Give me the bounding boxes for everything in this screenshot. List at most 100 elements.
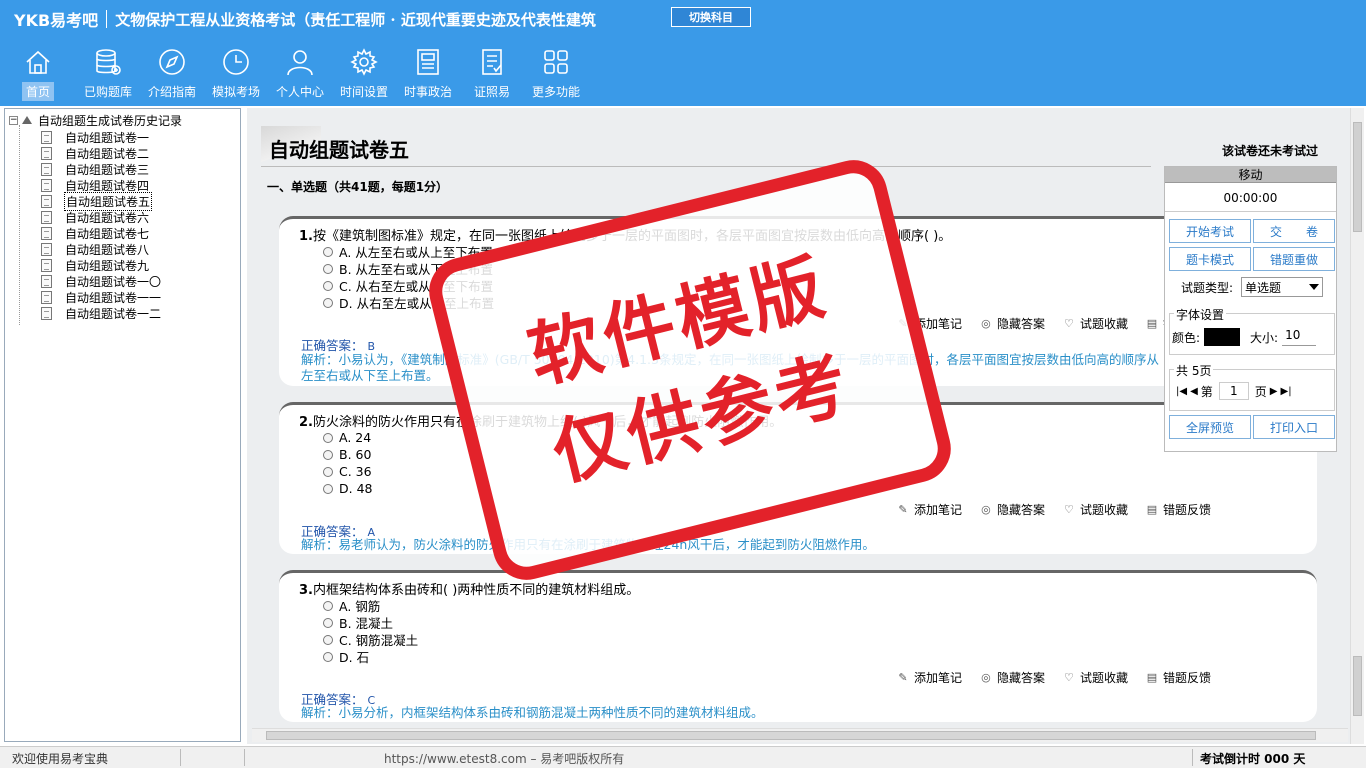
option[interactable]: A. 24 <box>323 429 372 446</box>
nav-guide[interactable]: 介绍指南 <box>140 46 204 104</box>
option[interactable]: B. 从左至右或从下至上布置 <box>323 260 494 277</box>
scroll-thumb[interactable] <box>1353 656 1362 716</box>
database-icon <box>92 46 124 78</box>
option[interactable]: B. 60 <box>323 446 372 463</box>
option-label: A. 24 <box>339 430 372 445</box>
radio-icon[interactable] <box>323 483 333 494</box>
question-tools: ✎ 添加笔记 ◎ 隐藏答案 ♡ 试题收藏 ▤ 错题反馈 <box>897 501 1211 518</box>
add-note-button[interactable]: ✎ 添加笔记 <box>897 315 962 332</box>
vertical-scrollbar[interactable] <box>1350 108 1364 744</box>
tree-item[interactable]: 自动组题试卷一一 <box>41 289 162 305</box>
nav-time-settings[interactable]: 时间设置 <box>332 46 396 104</box>
prev-page-icon[interactable]: ◀ <box>1190 386 1198 397</box>
font-size-input[interactable]: 10 <box>1282 328 1317 346</box>
nav-more[interactable]: 更多功能 <box>524 46 588 104</box>
document-icon <box>41 146 52 160</box>
fullscreen-preview-button[interactable]: 全屏预览 <box>1169 415 1251 439</box>
option[interactable]: C. 钢筋混凝土 <box>323 631 418 648</box>
tree-root[interactable]: − 自动组题生成试卷历史记录 <box>9 112 182 128</box>
nav-purchased[interactable]: 已购题库 <box>76 46 140 104</box>
hide-answer-button[interactable]: ◎ 隐藏答案 <box>980 501 1045 518</box>
radio-icon[interactable] <box>323 246 333 257</box>
exam-countdown: 考试倒计时 000 天 <box>1200 752 1306 766</box>
color-picker[interactable] <box>1204 328 1241 346</box>
submit-button[interactable]: 交 卷 <box>1253 219 1335 243</box>
option[interactable]: D. 48 <box>323 480 372 497</box>
scroll-thumb[interactable] <box>1353 122 1362 232</box>
analysis-text: 解析：小易分析，内框架结构体系由砖和钢筋混凝土两种性质不同的建筑材料组成。 <box>301 705 764 720</box>
nav-home[interactable]: 首页 <box>0 46 76 104</box>
radio-icon[interactable] <box>323 651 333 662</box>
option[interactable]: C. 36 <box>323 463 372 480</box>
page-navigator: 共 5页 |◀ ◀ 第 1 页 ▶ ▶| <box>1169 362 1335 411</box>
first-page-icon[interactable]: |◀ <box>1176 386 1187 397</box>
nav-certificate[interactable]: 证照易 <box>460 46 524 104</box>
print-button[interactable]: 打印入口 <box>1253 415 1335 439</box>
hide-answer-button[interactable]: ◎ 隐藏答案 <box>980 315 1045 332</box>
add-note-button[interactable]: ✎ 添加笔记 <box>897 501 962 518</box>
nav-label: 个人中心 <box>275 85 324 99</box>
switch-subject-button[interactable]: 切换科目 <box>671 7 751 27</box>
radio-icon[interactable] <box>323 617 333 628</box>
radio-icon[interactable] <box>323 634 333 645</box>
option[interactable]: C. 从右至左或从上至下布置 <box>323 277 494 294</box>
analysis-text: 解析：小易认为，《建筑制图标准》(GB/T 50104-2010)第4.1.3条… <box>301 352 1159 383</box>
exam-control-panel: 移动 00:00:00 开始考试 交 卷 题卡模式 错题重做 试题类型: 单选题… <box>1164 166 1337 452</box>
tree-item[interactable]: 自动组题试卷五 <box>41 191 162 211</box>
scroll-thumb[interactable] <box>266 731 1316 740</box>
add-note-button[interactable]: ✎ 添加笔记 <box>897 669 962 686</box>
question-number: 3. <box>299 583 313 598</box>
option[interactable]: A. 从左至右或从上至下布置 <box>323 243 494 260</box>
horizontal-scrollbar[interactable] <box>252 728 1348 742</box>
redo-wrong-button[interactable]: 错题重做 <box>1253 247 1335 271</box>
welcome-text: 欢迎使用易考宝典 <box>12 752 109 766</box>
last-page-icon[interactable]: ▶| <box>1281 386 1292 397</box>
tree-item[interactable]: 自动组题试卷一二 <box>41 305 162 321</box>
tree-item[interactable]: 自动组题试卷三 <box>41 161 162 177</box>
document-icon <box>41 210 52 224</box>
radio-icon[interactable] <box>323 280 333 291</box>
report-error-button[interactable]: ▤ 错题反馈 <box>1146 669 1211 686</box>
status-bar: 欢迎使用易考宝典 https://www.etest8.com – 易考吧版权所… <box>0 746 1366 768</box>
favorite-button[interactable]: ♡ 试题收藏 <box>1063 315 1128 332</box>
nav-personal[interactable]: 个人中心 <box>268 46 332 104</box>
tree-item[interactable]: 自动组题试卷六 <box>41 209 162 225</box>
option[interactable]: D. 从右至左或从下至上布置 <box>323 294 494 311</box>
tree-item[interactable]: 自动组题试卷一〇 <box>41 273 162 289</box>
start-exam-button[interactable]: 开始考试 <box>1169 219 1251 243</box>
question-type-select[interactable]: 单选题 <box>1241 277 1324 297</box>
next-page-icon[interactable]: ▶ <box>1270 386 1278 397</box>
nav-mock-exam[interactable]: 模拟考场 <box>204 46 268 104</box>
radio-icon[interactable] <box>323 600 333 611</box>
radio-icon[interactable] <box>323 466 333 477</box>
favorite-button[interactable]: ♡ 试题收藏 <box>1063 501 1128 518</box>
hide-answer-button[interactable]: ◎ 隐藏答案 <box>980 669 1045 686</box>
tool-label: 隐藏答案 <box>996 503 1045 517</box>
radio-icon[interactable] <box>323 263 333 274</box>
tree-item-label: 自动组题试卷三 <box>65 162 150 177</box>
size-label: 大小: <box>1250 330 1279 345</box>
move-handle[interactable]: 移动 <box>1165 167 1336 183</box>
radio-icon[interactable] <box>323 297 333 308</box>
page-input[interactable]: 1 <box>1218 382 1249 400</box>
option[interactable]: D. 石 <box>323 648 418 665</box>
tree-item[interactable]: 自动组题试卷八 <box>41 241 162 257</box>
report-error-button[interactable]: ▤ 错题反馈 <box>1146 501 1211 518</box>
radio-icon[interactable] <box>323 432 333 443</box>
question-type-value: 单选题 <box>1245 280 1282 295</box>
nav-label: 已购题库 <box>83 85 132 99</box>
option[interactable]: A. 钢筋 <box>323 597 418 614</box>
radio-icon[interactable] <box>323 449 333 460</box>
tree-item[interactable]: 自动组题试卷二 <box>41 145 162 161</box>
tree-item[interactable]: 自动组题试卷一 <box>41 129 162 145</box>
nav-current-affairs[interactable]: 时事政治 <box>396 46 460 104</box>
tree-item[interactable]: 自动组题试卷九 <box>41 257 162 273</box>
card-mode-button[interactable]: 题卡模式 <box>1169 247 1251 271</box>
page-row: |◀ ◀ 第 1 页 ▶ ▶| <box>1176 382 1292 400</box>
tree-item[interactable]: 自动组题试卷七 <box>41 225 162 241</box>
option[interactable]: B. 混凝土 <box>323 614 418 631</box>
tree-connector <box>19 125 20 325</box>
tool-label: 添加笔记 <box>913 317 962 331</box>
favorite-button[interactable]: ♡ 试题收藏 <box>1063 669 1128 686</box>
collapse-icon[interactable]: − <box>9 115 18 125</box>
